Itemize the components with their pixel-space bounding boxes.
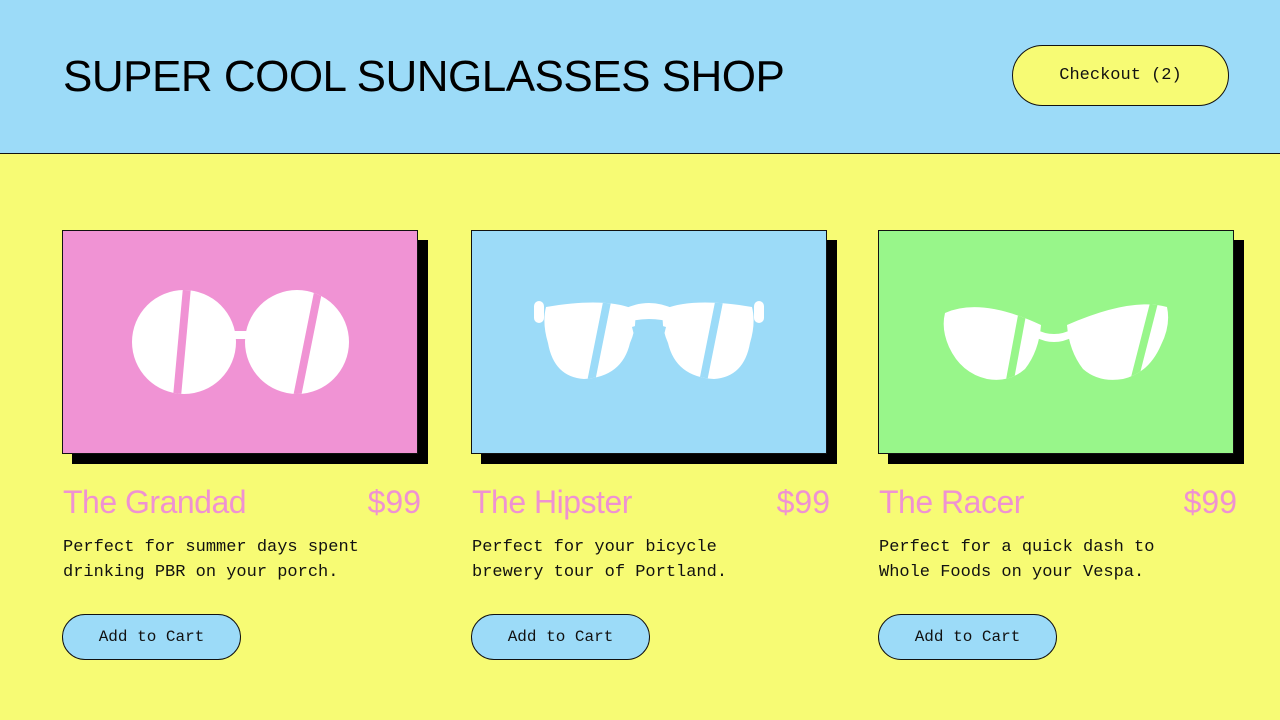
add-to-cart-button[interactable]: Add to Cart (878, 614, 1057, 660)
page-title: SUPER COOL SUNGLASSES SHOP (63, 52, 785, 101)
product-card: The Hipster $99 Perfect for your bicycle… (471, 230, 841, 680)
product-image[interactable] (878, 230, 1244, 464)
product-description: Perfect for your bicycle brewery tour of… (472, 535, 832, 585)
checkout-button[interactable]: Checkout (2) (1012, 45, 1229, 106)
product-name: The Racer (879, 484, 1024, 520)
description-line: brewery tour of Portland. (472, 563, 728, 582)
description-line: Perfect for a quick dash to (879, 538, 1155, 557)
cat-eye-sunglasses-icon (943, 304, 1169, 380)
product-image[interactable] (471, 230, 837, 464)
product-image-frame (62, 230, 418, 454)
description-line: Perfect for your bicycle (472, 538, 717, 557)
aviator-sunglasses-icon (534, 301, 764, 380)
add-to-cart-button[interactable]: Add to Cart (471, 614, 650, 660)
site-header: SUPER COOL SUNGLASSES SHOP Checkout (2) (0, 0, 1280, 154)
product-name: The Grandad (63, 484, 247, 520)
product-name: The Hipster (472, 484, 632, 520)
product-price: $99 (1183, 484, 1237, 520)
product-card: The Grandad $99 Perfect for summer days … (62, 230, 432, 680)
product-image-frame (878, 230, 1234, 454)
description-line: Whole Foods on your Vespa. (879, 563, 1145, 582)
product-card: The Racer $99 Perfect for a quick dash t… (878, 230, 1248, 680)
product-description: Perfect for a quick dash to Whole Foods … (879, 535, 1239, 585)
product-description: Perfect for summer days spent drinking P… (63, 535, 423, 585)
product-price: $99 (776, 484, 830, 520)
add-to-cart-button[interactable]: Add to Cart (62, 614, 241, 660)
description-line: drinking PBR on your porch. (63, 563, 339, 582)
product-image[interactable] (62, 230, 428, 464)
description-line: Perfect for summer days spent (63, 538, 359, 557)
product-price: $99 (367, 484, 421, 520)
round-sunglasses-icon (132, 290, 349, 394)
product-image-frame (471, 230, 827, 454)
